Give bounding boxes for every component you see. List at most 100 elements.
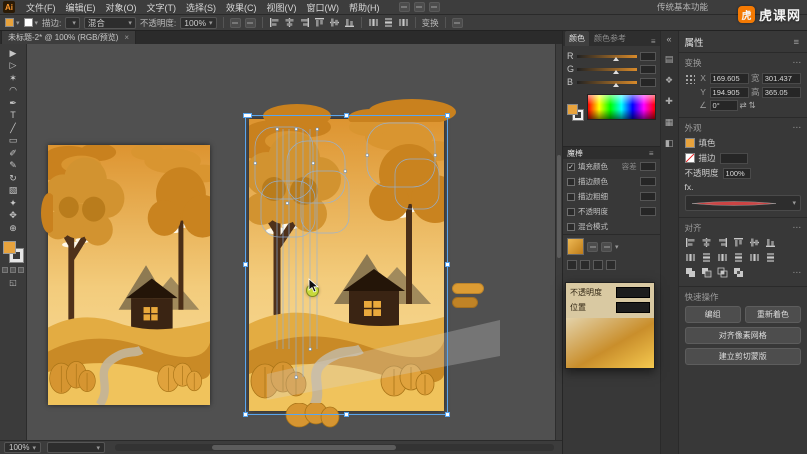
flip-horizontal-icon[interactable]: ⇄ xyxy=(740,100,747,111)
panel-menu-icon[interactable]: ≡ xyxy=(647,149,656,158)
zoom-tool[interactable]: ⊕ xyxy=(2,222,25,235)
align-pixel-grid-button[interactable]: 对齐像素网格 xyxy=(684,327,801,344)
distribute-vertical-icon[interactable] xyxy=(701,252,712,263)
direct-selection-tool[interactable]: ▷ xyxy=(2,60,25,73)
pathfinder-intersect-icon[interactable] xyxy=(717,267,728,278)
stroke-weight-dropdown[interactable]: ▾ xyxy=(65,16,80,29)
align-right-icon[interactable] xyxy=(717,237,728,248)
more-options-icon[interactable]: ⋯ xyxy=(793,222,802,234)
menu-select[interactable]: 选择(S) xyxy=(181,1,221,14)
pathfinder-panel-icon[interactable]: ▦ xyxy=(665,117,674,128)
group-button[interactable]: 编组 xyxy=(684,306,741,323)
distribute-top-icon[interactable] xyxy=(733,252,744,263)
swatch-item[interactable] xyxy=(567,260,577,270)
pathfinder-minus-front-icon[interactable] xyxy=(701,267,712,278)
toolbar-fill-swatch[interactable] xyxy=(3,240,16,254)
gradient-linear-icon[interactable] xyxy=(587,241,598,252)
x-input[interactable]: 169.605 xyxy=(709,72,749,84)
menu-help[interactable]: 帮助(H) xyxy=(344,1,385,14)
collapse-panels-icon[interactable]: « xyxy=(667,34,672,44)
blend-mode-checkbox[interactable] xyxy=(567,222,575,231)
y-input[interactable]: 194.905 xyxy=(709,86,749,98)
selection-handle[interactable] xyxy=(243,113,252,118)
width-input[interactable]: 301.437 xyxy=(761,72,801,84)
panel-menu-icon[interactable]: ≡ xyxy=(649,37,658,46)
blue-value-input[interactable] xyxy=(639,77,656,87)
artboard-1[interactable] xyxy=(48,145,210,405)
add-panel-icon[interactable]: ✚ xyxy=(665,96,673,107)
gradient-thumbnail[interactable] xyxy=(567,238,584,255)
log-shape-bottom[interactable] xyxy=(452,297,478,308)
magic-wand-tool[interactable]: ✶ xyxy=(2,72,25,85)
fill-color-checkbox[interactable]: ✓ xyxy=(567,162,575,171)
stroke-color-control[interactable]: ▾ xyxy=(23,18,38,27)
more-options-icon[interactable]: ⋯ xyxy=(793,57,802,69)
menu-type[interactable]: 文字(T) xyxy=(142,1,182,14)
flip-vertical-icon[interactable]: ⇅ xyxy=(749,100,756,111)
arrange-documents-icon[interactable] xyxy=(398,2,410,12)
share-icon[interactable] xyxy=(428,2,440,12)
selection-handle[interactable] xyxy=(243,262,248,267)
distribute-left-icon[interactable] xyxy=(717,252,728,263)
appearance-stroke-swatch[interactable] xyxy=(684,153,695,163)
panel-menu-icon[interactable]: ≡ xyxy=(791,37,801,48)
stroke-weight-input[interactable] xyxy=(719,152,748,164)
stroke-swatch[interactable] xyxy=(23,18,33,27)
pathfinder-exclude-icon[interactable] xyxy=(733,267,744,278)
pen-tool[interactable]: ✒ xyxy=(2,97,25,110)
align-right-icon[interactable] xyxy=(299,17,310,28)
selection-handle[interactable] xyxy=(243,412,248,417)
align-center-icon[interactable] xyxy=(701,237,712,248)
close-tab-icon[interactable]: × xyxy=(124,33,129,42)
selection-handle[interactable] xyxy=(445,412,450,417)
log-shapes[interactable] xyxy=(452,283,484,311)
document-layout-icon[interactable] xyxy=(413,2,425,12)
zoom-dropdown[interactable]: 100% ▾ xyxy=(4,442,41,453)
fill-stroke-swatches[interactable] xyxy=(3,240,24,263)
libraries-panel-icon[interactable]: ❖ xyxy=(665,75,673,86)
gradient-preview-swatch[interactable] xyxy=(566,318,654,368)
menu-effect[interactable]: 效果(C) xyxy=(221,1,262,14)
appearance-fill-swatch[interactable] xyxy=(684,138,695,148)
stroke-tolerance-input[interactable] xyxy=(639,177,656,186)
effects-button[interactable]: fx. xyxy=(685,182,694,192)
color-mode-icon[interactable] xyxy=(2,266,8,273)
vertical-scrollbar[interactable] xyxy=(555,44,562,440)
align-left-icon[interactable] xyxy=(269,17,280,28)
isolate-icon[interactable] xyxy=(244,17,256,28)
horizontal-scrollbar-thumb[interactable] xyxy=(211,445,396,450)
tab-color-guide[interactable]: 颜色参考 xyxy=(590,31,630,46)
align-left-icon[interactable] xyxy=(685,237,696,248)
pathfinder-unite-icon[interactable] xyxy=(685,267,696,278)
fill-tolerance-input[interactable] xyxy=(639,162,656,171)
brush-definition-dropdown[interactable]: 混合 ▾ xyxy=(83,16,136,29)
swatch-item[interactable] xyxy=(580,260,590,270)
transform-link[interactable]: 变换 xyxy=(422,17,439,29)
document-tab[interactable]: 未标题-2* @ 100% (RGB/预览) × xyxy=(1,30,137,44)
tab-color[interactable]: 颜色 xyxy=(565,31,589,46)
menu-view[interactable]: 视图(V) xyxy=(262,1,302,14)
paintbrush-tool[interactable]: ✐ xyxy=(2,147,25,160)
none-mode-icon[interactable] xyxy=(18,266,24,273)
selection-handle[interactable] xyxy=(343,412,349,417)
distribute-vertical-icon[interactable] xyxy=(383,17,394,28)
menu-edit[interactable]: 编辑(E) xyxy=(61,1,101,14)
artboard-navigation-dropdown[interactable]: ▾ xyxy=(46,442,105,453)
selection-handle[interactable] xyxy=(343,113,349,118)
fill-color-control[interactable]: ▾ xyxy=(5,18,20,27)
align-top-icon[interactable] xyxy=(733,237,744,248)
canvas[interactable] xyxy=(27,44,562,440)
log-shape-top[interactable] xyxy=(452,283,484,294)
magic-wand-panel-header[interactable]: 魔棒 ≡ xyxy=(563,146,660,159)
color-panel-swatches[interactable] xyxy=(567,104,584,121)
distribute-spacing-h-icon[interactable] xyxy=(749,252,760,263)
rectangle-tool[interactable]: ▭ xyxy=(2,135,25,148)
more-options-icon[interactable]: ⋯ xyxy=(793,267,802,278)
color-spectrum-bar[interactable] xyxy=(587,94,656,120)
menu-window[interactable]: 窗口(W) xyxy=(302,1,345,14)
make-clipping-mask-button[interactable]: 建立剪切蒙版 xyxy=(684,348,801,365)
rotate-tool[interactable]: ↻ xyxy=(2,172,25,185)
chevron-down-icon[interactable]: ▾ xyxy=(615,243,619,251)
blue-slider[interactable] xyxy=(577,80,637,87)
gradient-location-input[interactable] xyxy=(616,302,650,313)
